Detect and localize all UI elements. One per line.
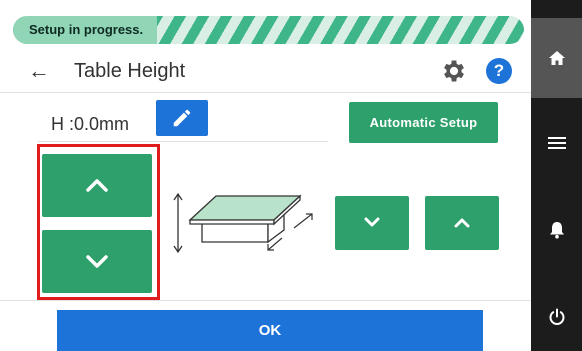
sidebar-item-power[interactable] <box>531 292 582 342</box>
progress-label: Setup in progress. <box>13 16 158 44</box>
help-icon[interactable]: ? <box>486 58 512 84</box>
footer-divider <box>0 300 531 301</box>
back-arrow-icon[interactable]: ← <box>28 59 52 83</box>
chevron-down-icon <box>364 217 380 227</box>
menu-icon <box>547 137 566 149</box>
ok-button[interactable]: OK <box>57 310 483 351</box>
height-readout: H :0.0mm <box>51 114 129 135</box>
sidebar-item-menu[interactable] <box>531 118 582 168</box>
sidebar <box>531 0 582 351</box>
sidebar-item-notifications[interactable] <box>531 205 582 255</box>
power-icon <box>549 308 564 325</box>
height-label: H <box>51 114 64 134</box>
chevron-up-icon <box>454 218 470 228</box>
bell-icon <box>549 222 564 239</box>
home-icon <box>548 51 565 65</box>
header-divider <box>0 92 531 93</box>
pencil-icon <box>173 109 191 127</box>
edit-height-button[interactable] <box>156 100 208 136</box>
page-title: Table Height <box>74 60 186 82</box>
table-up-button[interactable] <box>42 154 152 217</box>
coarse-down-button[interactable] <box>335 196 409 250</box>
chevron-down-icon <box>86 255 108 268</box>
header: ← Table Height ? <box>0 52 531 92</box>
automatic-setup-button[interactable]: Automatic Setup <box>349 102 498 143</box>
table-down-button[interactable] <box>42 230 152 293</box>
main-panel: Setup in progress. ← Table Height ? H :0… <box>0 0 531 351</box>
height-underline <box>38 141 328 142</box>
progress-banner: Setup in progress. <box>13 16 524 44</box>
table-diagram-icon <box>173 192 313 254</box>
chevron-up-icon <box>86 179 108 192</box>
height-value: 0.0mm <box>74 114 130 134</box>
sidebar-item-home[interactable] <box>531 18 582 98</box>
gear-icon[interactable] <box>440 57 468 85</box>
coarse-up-button[interactable] <box>425 196 499 250</box>
